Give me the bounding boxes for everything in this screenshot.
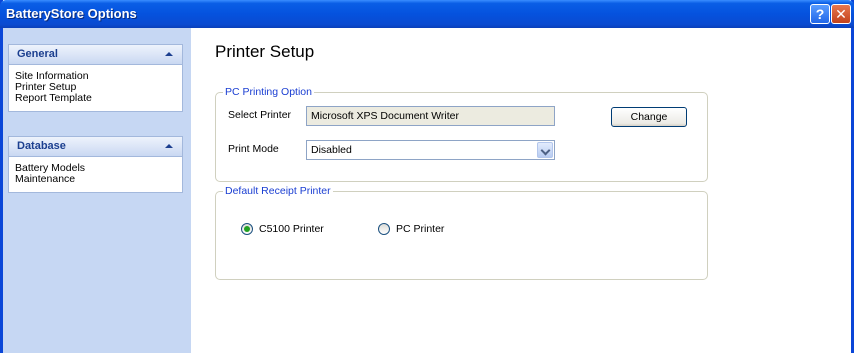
- pc-printer-radio[interactable]: [378, 223, 390, 235]
- select-printer-field: Microsoft XPS Document Writer: [306, 106, 555, 126]
- page-title: Printer Setup: [215, 42, 315, 61]
- c5100-printer-label[interactable]: C5100 Printer: [259, 223, 324, 235]
- database-panel-title: Database: [17, 140, 66, 152]
- general-panel-title: General: [17, 48, 58, 60]
- sidebar: General Site Information Printer Setup R…: [3, 28, 191, 353]
- general-panel: General Site Information Printer Setup R…: [8, 44, 183, 112]
- change-button[interactable]: Change: [611, 107, 687, 127]
- general-panel-header[interactable]: General: [9, 45, 182, 65]
- window-title: BatteryStore Options: [6, 6, 137, 21]
- main-content: Printer Setup PC Printing Option Select …: [191, 28, 851, 353]
- sidebar-item-maintenance[interactable]: Maintenance: [15, 174, 182, 185]
- receipt-printer-legend: Default Receipt Printer: [223, 185, 333, 197]
- c5100-printer-radio[interactable]: [241, 223, 253, 235]
- pc-printer-label[interactable]: PC Printer: [396, 223, 444, 235]
- print-mode-value: Disabled: [311, 144, 352, 156]
- chevron-down-icon[interactable]: [537, 142, 553, 158]
- default-receipt-printer-group: Default Receipt Printer C5100 Printer PC…: [215, 185, 708, 280]
- help-button[interactable]: ?: [810, 4, 830, 24]
- collapse-arrow-icon[interactable]: [165, 52, 173, 56]
- title-bar: BatteryStore Options ? ✕: [0, 0, 854, 28]
- pc-printing-group: PC Printing Option Select Printer Micros…: [215, 86, 708, 182]
- collapse-arrow-icon[interactable]: [165, 144, 173, 148]
- select-printer-label: Select Printer: [228, 109, 292, 121]
- close-button[interactable]: ✕: [831, 4, 851, 24]
- options-window: BatteryStore Options ? ✕ General Site In…: [0, 0, 854, 353]
- print-mode-select[interactable]: Disabled: [306, 140, 555, 160]
- database-panel-header[interactable]: Database: [9, 137, 182, 157]
- pc-printing-legend: PC Printing Option: [223, 86, 314, 98]
- sidebar-item-report-template[interactable]: Report Template: [15, 93, 182, 104]
- database-panel: Database Battery Models Maintenance: [8, 136, 183, 193]
- print-mode-label: Print Mode: [228, 143, 279, 155]
